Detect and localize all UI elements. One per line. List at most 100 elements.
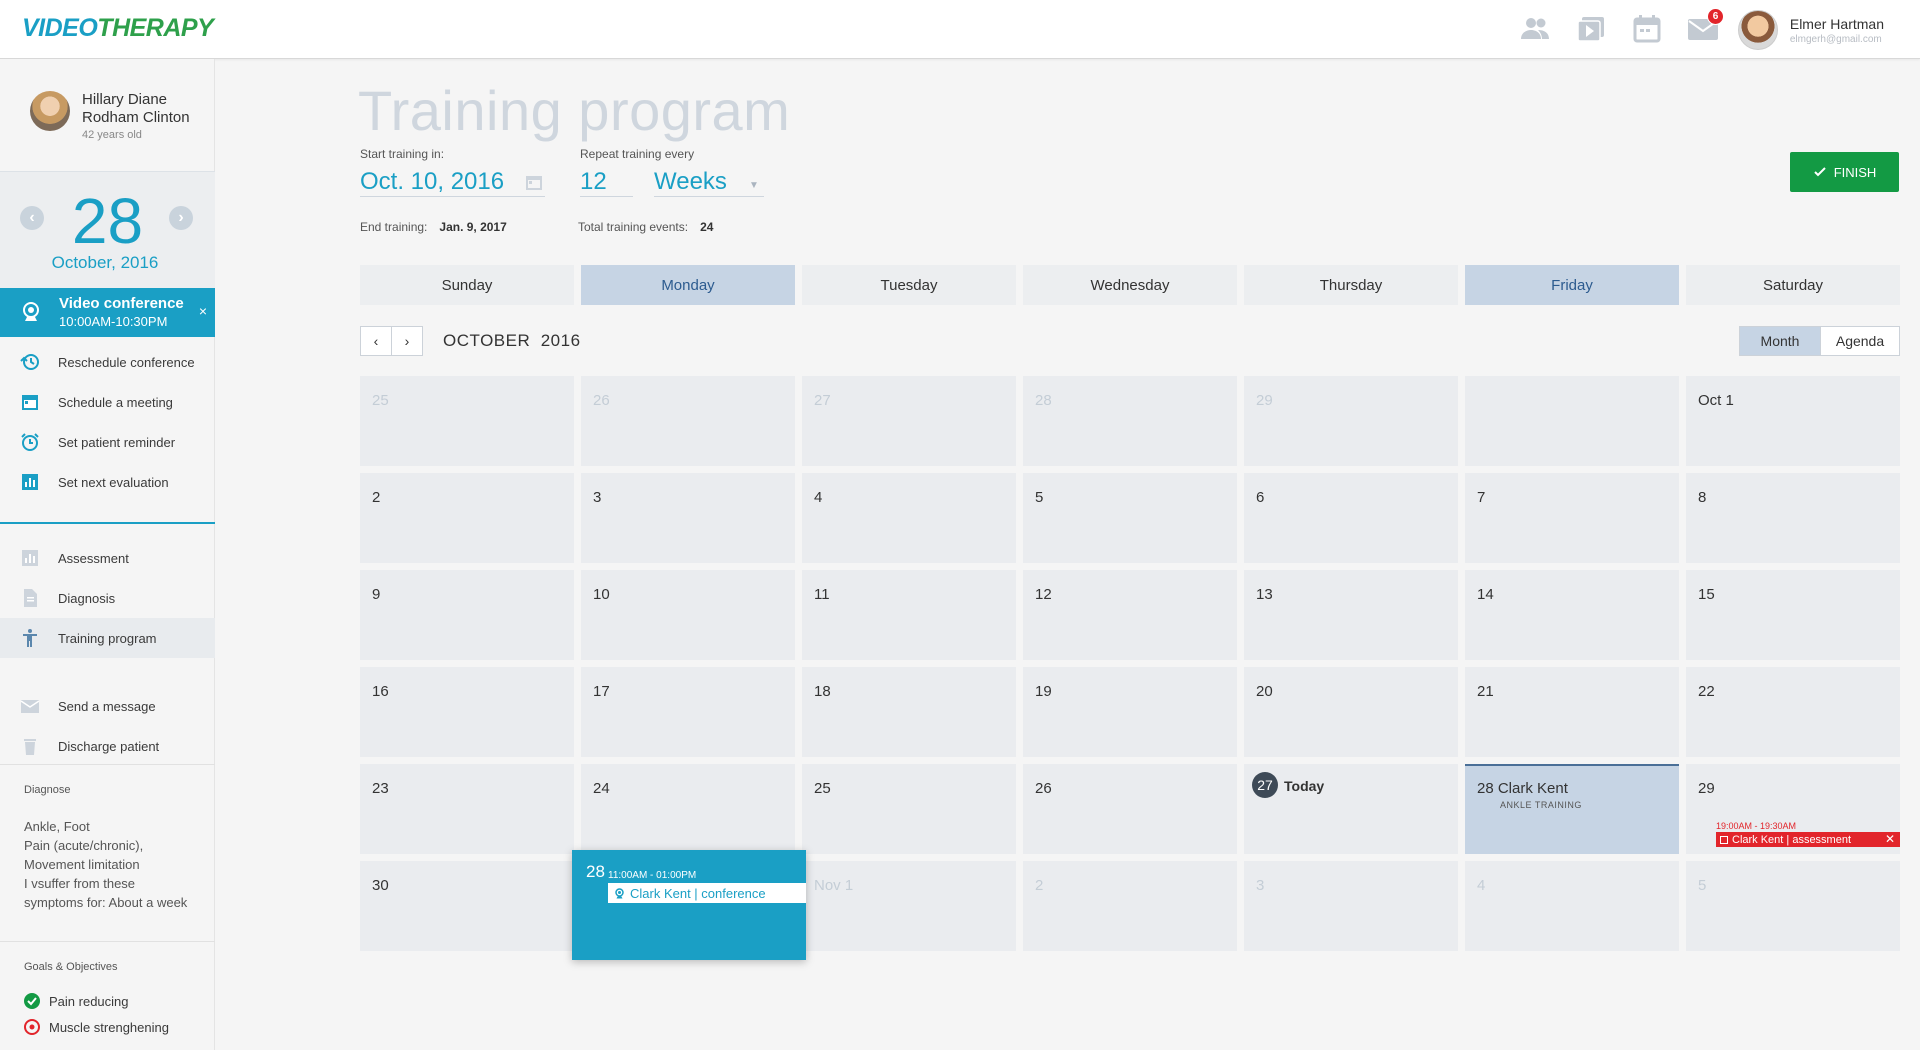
nav-training-program[interactable]: Training program — [0, 618, 215, 658]
nav-assessment[interactable]: Assessment — [0, 538, 215, 578]
today-label: Today — [1284, 778, 1325, 794]
calendar-day-cell[interactable]: 8 — [1686, 473, 1900, 563]
goal-item[interactable]: Pain reducing — [24, 993, 129, 1009]
calendar-day-cell[interactable]: 9 — [360, 570, 574, 660]
close-icon[interactable]: × — [199, 303, 207, 319]
calendar-day-cell[interactable]: 17 — [581, 667, 795, 757]
alarm-icon — [21, 433, 39, 451]
conference-time: 10:00AM-10:30PM — [59, 314, 168, 329]
weekday-saturday[interactable]: Saturday — [1686, 265, 1900, 305]
repeat-unit-select[interactable]: Weeks — [654, 168, 727, 196]
calendar-day-cell[interactable]: 22 — [1686, 667, 1900, 757]
calendar-day-cell[interactable]: 28 Clark Kent ANKLE TRAINING — [1465, 764, 1679, 854]
calendar-day-cell[interactable]: 14 — [1465, 570, 1679, 660]
calendar-day-cell[interactable]: 5 — [1023, 473, 1237, 563]
repeat-count-input[interactable]: 12 — [580, 168, 607, 196]
check-circle-icon — [24, 993, 40, 1009]
view-month-button[interactable]: Month — [1739, 326, 1821, 356]
weekday-friday[interactable]: Friday — [1465, 265, 1679, 305]
calendar-day-cell[interactable]: 29 — [1244, 376, 1458, 466]
calendar-day-cell[interactable]: 15 — [1686, 570, 1900, 660]
reschedule-conference-item[interactable]: Reschedule conference — [0, 342, 215, 382]
calendar-day-cell[interactable]: 13 — [1244, 570, 1458, 660]
calendar-day-cell[interactable]: Oct 1 — [1686, 376, 1900, 466]
calendar-day-cell[interactable]: 4 — [802, 473, 1016, 563]
calendar-day-cell[interactable]: 27 Today — [1244, 764, 1458, 854]
calendar-day-cell[interactable]: 4 — [1465, 861, 1679, 951]
calendar-day-cell[interactable]: 26 — [581, 376, 795, 466]
chevron-down-icon[interactable]: ▼ — [749, 180, 759, 191]
calendar-day-cell[interactable]: 16 — [360, 667, 574, 757]
calendar-day-cell[interactable]: 28 — [1023, 376, 1237, 466]
conference-event[interactable]: Clark Kent | conference — [608, 883, 806, 903]
weekday-monday[interactable]: Monday — [581, 265, 795, 305]
day-number: 29 — [1698, 780, 1715, 797]
chart-icon — [22, 474, 38, 490]
calendar-day-cell[interactable]: 26 — [1023, 764, 1237, 854]
mail-icon[interactable]: 6 — [1686, 8, 1724, 46]
schedule-meeting-item[interactable]: Schedule a meeting — [0, 382, 215, 422]
calendar-day-cell[interactable]: 30 — [360, 861, 574, 951]
calendar-day-cell[interactable]: Nov 1 — [802, 861, 1016, 951]
training-event-subtitle: ANKLE TRAINING — [1500, 800, 1582, 810]
calendar-day-cell[interactable]: 19 — [1023, 667, 1237, 757]
weekday-tuesday[interactable]: Tuesday — [802, 265, 1016, 305]
patients-icon[interactable] — [1518, 12, 1552, 46]
calendar-day-cell[interactable]: 11 — [802, 570, 1016, 660]
app-logo[interactable]: VIDEOTHERAPY — [22, 14, 214, 43]
calendar-day-cell[interactable]: 7 — [1465, 473, 1679, 563]
calendar-day-cell[interactable]: 10 — [581, 570, 795, 660]
next-month-button[interactable]: › — [391, 326, 423, 356]
nav-send-message[interactable]: Send a message — [0, 686, 215, 726]
calendar-day-cell[interactable]: 6 — [1244, 473, 1458, 563]
trash-icon — [24, 739, 36, 755]
day-number: 15 — [1698, 586, 1715, 603]
calendar-day-cell[interactable]: 3 — [1244, 861, 1458, 951]
calendar-day-cell[interactable]: 21 — [1465, 667, 1679, 757]
menu-label: Set patient reminder — [58, 434, 176, 450]
action-menu: Reschedule conference Schedule a meeting… — [0, 342, 215, 502]
calendar-day-cell[interactable]: 2 — [360, 473, 574, 563]
weekday-sunday[interactable]: Sunday — [360, 265, 574, 305]
diagnose-line: Movement limitation — [24, 857, 140, 872]
calendar-day-cell[interactable]: 12 — [1023, 570, 1237, 660]
close-icon[interactable]: ✕ — [1885, 832, 1895, 846]
nav-discharge-patient[interactable]: Discharge patient — [0, 726, 215, 766]
day-number: 3 — [1256, 877, 1265, 894]
calendar-day-cell[interactable]: 23 — [360, 764, 574, 854]
prev-month-button[interactable]: ‹ — [360, 326, 392, 356]
calendar-day-cell[interactable]: 2 — [1023, 861, 1237, 951]
start-date-input[interactable]: Oct. 10, 2016 — [360, 168, 504, 196]
calendar-icon[interactable] — [1630, 12, 1664, 46]
patient-card[interactable]: Hillary Diane Rodham Clinton 42 years ol… — [30, 91, 190, 141]
set-reminder-item[interactable]: Set patient reminder — [0, 422, 215, 462]
user-menu[interactable]: Elmer Hartman elmgerh@gmail.com — [1737, 10, 1884, 50]
calendar-picker-icon[interactable] — [525, 173, 543, 191]
mail-icon — [20, 700, 40, 713]
day-number: 26 — [593, 392, 610, 409]
calendar-day-cell[interactable]: 27 — [802, 376, 1016, 466]
calendar-day-cell[interactable]: 18 — [802, 667, 1016, 757]
nav-diagnosis[interactable]: Diagnosis — [0, 578, 215, 618]
finish-button[interactable]: FINISH — [1790, 152, 1899, 192]
calendar-day-cell[interactable]: 25 — [802, 764, 1016, 854]
video-library-icon[interactable] — [1574, 12, 1608, 46]
video-conference-card[interactable]: Video conference 10:00AM-10:30PM × — [0, 288, 215, 337]
calendar-day-cell[interactable]: 24 — [581, 764, 795, 854]
weekday-thursday[interactable]: Thursday — [1244, 265, 1458, 305]
document-icon — [24, 589, 37, 607]
calendar-day-cell[interactable]: 3 — [581, 473, 795, 563]
calendar-day-cell[interactable]: 25 — [360, 376, 574, 466]
end-value: Jan. 9, 2017 — [439, 220, 507, 234]
next-day-button[interactable]: › — [169, 206, 193, 230]
assessment-event[interactable]: Clark Kent | assessment ✕ — [1716, 832, 1900, 847]
calendar-day-cell[interactable] — [1465, 376, 1679, 466]
day-popup: 28 11:00AM - 01:00PM Clark Kent | confer… — [572, 850, 806, 960]
top-bar: VIDEOTHERAPY 6 Elmer Hartman elmgerh@gma… — [0, 0, 1920, 59]
calendar-day-cell[interactable]: 5 — [1686, 861, 1900, 951]
set-evaluation-item[interactable]: Set next evaluation — [0, 462, 215, 502]
view-agenda-button[interactable]: Agenda — [1820, 326, 1900, 356]
weekday-wednesday[interactable]: Wednesday — [1023, 265, 1237, 305]
goal-item[interactable]: Muscle strenghening — [24, 1019, 169, 1035]
calendar-day-cell[interactable]: 20 — [1244, 667, 1458, 757]
